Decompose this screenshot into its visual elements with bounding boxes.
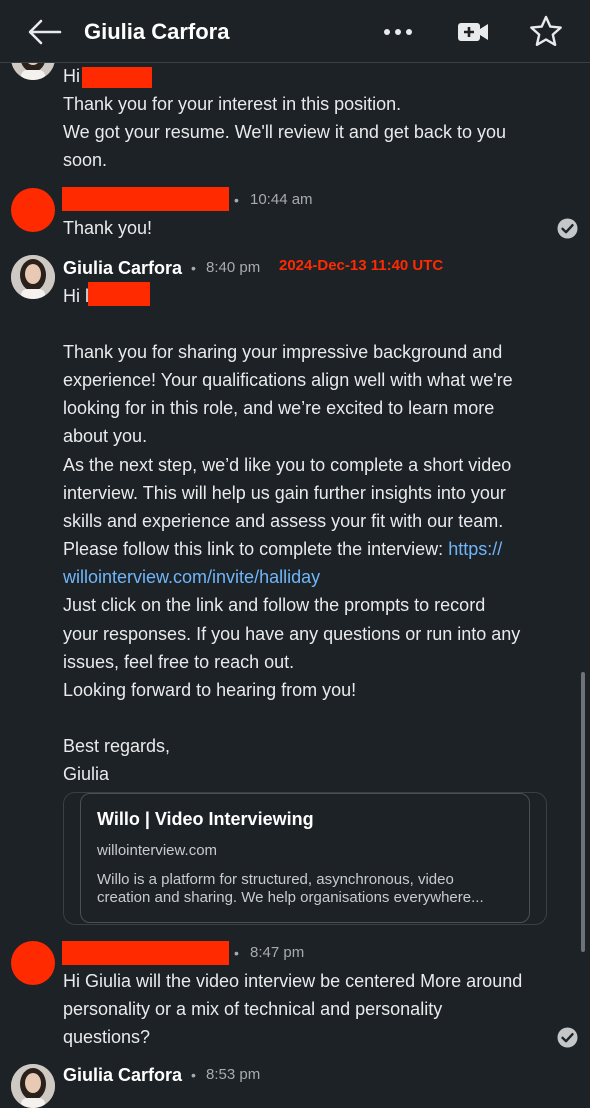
sender-name[interactable]: Giulia Carfora [63, 258, 182, 279]
star-icon[interactable] [528, 14, 564, 48]
message-text: Hi [63, 66, 80, 86]
separator-dot: • [234, 945, 239, 961]
message-greeting: Hi l [63, 286, 89, 306]
message-text: Best regards, [63, 736, 171, 756]
conversation-header: Giulia Carfora [0, 0, 590, 63]
message-link-line: willointerview.com/invite/halliday [63, 563, 320, 591]
separator-dot: • [191, 260, 196, 276]
profile-photo [11, 1064, 55, 1108]
message-text: questions? [63, 1027, 151, 1047]
separator-dot: • [234, 192, 239, 208]
scrollbar-thumb[interactable] [581, 672, 585, 952]
message-text: Thank you! [63, 218, 153, 238]
link-preview-domain: willointerview.com [97, 842, 218, 859]
message-text: skills and experience and assess your fi… [63, 511, 504, 531]
avatar[interactable] [11, 1064, 55, 1108]
read-receipt-icon [557, 218, 578, 239]
message-text: looking for in this role, and we’re exci… [63, 398, 495, 418]
message-text: Giulia [63, 764, 110, 784]
redaction [62, 941, 229, 965]
message-text: issues, feel free to reach out. [63, 652, 295, 672]
redaction [88, 282, 150, 306]
avatar[interactable] [11, 941, 55, 985]
avatar[interactable] [11, 255, 55, 299]
message-text: Looking forward to hearing from you! [63, 680, 357, 700]
message-time: 8:40 pm [206, 259, 261, 276]
message-text: your responses. If you have any question… [63, 624, 521, 644]
redaction [82, 67, 152, 88]
link-preview-desc-line: Willo is a platform for structured, asyn… [97, 871, 454, 888]
sender-name[interactable]: Giulia Carfora [63, 1065, 182, 1086]
message-text: Just click on the link and follow the pr… [63, 595, 486, 615]
interview-link[interactable]: https:// [448, 539, 502, 559]
message-time: 10:44 am [250, 191, 313, 208]
message-text: personality or a mix of technical and pe… [63, 999, 443, 1019]
arrow-left-icon[interactable] [26, 16, 62, 48]
message-text-with-link: Please follow this link to complete the … [63, 535, 502, 563]
separator-dot: • [191, 1067, 196, 1083]
link-preview-title: Willo | Video Interviewing [97, 809, 314, 829]
timestamp-annotation: 2024-Dec-13 11:40 UTC [279, 257, 444, 274]
message-text: Thank you for sharing your impressive ba… [63, 342, 503, 362]
message-text: soon. [63, 150, 108, 170]
message-text: interview. This will help us gain furthe… [63, 483, 506, 503]
interview-link[interactable]: willointerview.com/invite/halliday [63, 567, 320, 587]
link-preview-desc-line: creation and sharing. We help organisati… [97, 889, 484, 906]
redaction [62, 187, 229, 211]
read-receipt-icon [557, 1027, 578, 1048]
message-text: experience! Your qualifications align we… [63, 370, 513, 390]
message-time: 8:47 pm [250, 944, 305, 961]
conversation-title[interactable]: Giulia Carfora [84, 19, 229, 45]
message-text: As the next step, we’d like you to compl… [63, 455, 512, 475]
message-text: Please follow this link to complete the … [63, 539, 444, 559]
message-text: about you. [63, 426, 148, 446]
video-call-icon[interactable] [456, 17, 490, 47]
link-preview-description: Willo is a platform for structured, asyn… [97, 871, 484, 907]
message-text: We got your resume. We'll review it and … [63, 122, 506, 142]
message-text: Hi Giulia will the video interview be ce… [63, 971, 523, 991]
message-text: Thank you for your interest in this posi… [63, 94, 402, 114]
more-horizontal-icon[interactable] [381, 18, 417, 46]
message-time: 8:53 pm [206, 1066, 261, 1083]
avatar[interactable] [11, 188, 55, 232]
profile-photo [11, 255, 55, 299]
